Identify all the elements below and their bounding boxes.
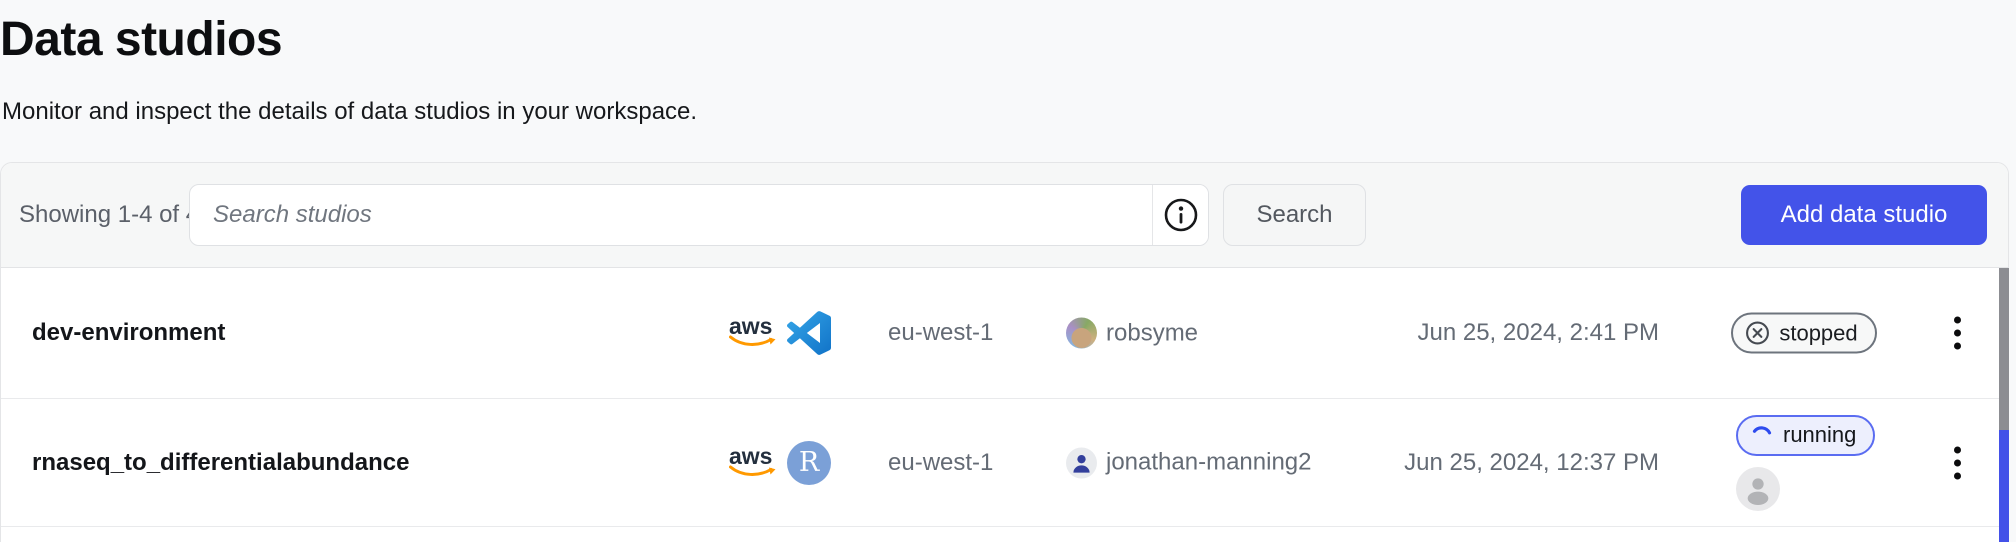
scrollbar-thumb[interactable]: [1999, 268, 2009, 430]
rstudio-icon: R: [787, 441, 831, 485]
created-date: Jun 25, 2024, 12:37 PM: [1359, 449, 1659, 477]
person-icon: [1738, 469, 1778, 509]
table-row-partial: [1, 527, 2008, 542]
compute-env-icons: aws: [729, 311, 831, 355]
avatar: [1066, 447, 1097, 478]
vscode-icon: [787, 311, 831, 355]
person-icon: [1068, 449, 1095, 476]
search-input-group: [189, 184, 1209, 246]
row-menu-button[interactable]: [1944, 440, 1971, 485]
table-row[interactable]: rnaseq_to_differentialabundance aws R eu…: [1, 399, 2008, 527]
studio-name[interactable]: dev-environment: [32, 319, 225, 347]
table-row[interactable]: dev-environment aws: [1, 268, 2008, 399]
user-cell: robsyme: [1066, 318, 1198, 349]
avatar: [1066, 318, 1097, 349]
search-input[interactable]: [190, 185, 1152, 245]
status-label: running: [1783, 422, 1856, 448]
spinner-icon: [1750, 423, 1774, 447]
username: jonathan-manning2: [1106, 449, 1312, 477]
aws-icon: aws: [729, 317, 777, 349]
scrollbar-segment[interactable]: [1999, 430, 2009, 542]
circle-x-icon: [1745, 321, 1770, 346]
status-cell: running: [1736, 415, 1875, 511]
scrollbar[interactable]: [1999, 268, 2009, 542]
participant-avatar: [1736, 467, 1780, 511]
row-menu-button[interactable]: [1944, 311, 1971, 356]
toolbar: Showing 1-4 of 4 Search Add data studio: [1, 163, 2008, 268]
status-badge: stopped: [1731, 313, 1876, 354]
page-title: Data studios: [0, 12, 282, 67]
aws-smile-icon: [729, 335, 777, 349]
page-subtitle: Monitor and inspect the details of data …: [2, 98, 697, 126]
info-circle-icon: [1164, 198, 1198, 232]
region-label: eu-west-1: [888, 319, 993, 347]
username: robsyme: [1106, 319, 1198, 347]
region-label: eu-west-1: [888, 449, 993, 477]
studios-card: Showing 1-4 of 4 Search Add data studio …: [0, 162, 2009, 542]
results-count: Showing 1-4 of 4: [19, 184, 199, 246]
info-icon[interactable]: [1153, 185, 1208, 245]
studio-name[interactable]: rnaseq_to_differentialabundance: [32, 449, 409, 477]
status-cell: stopped: [1728, 313, 1880, 354]
user-cell: jonathan-manning2: [1066, 447, 1312, 478]
created-date: Jun 25, 2024, 2:41 PM: [1359, 319, 1659, 347]
add-data-studio-button[interactable]: Add data studio: [1741, 185, 1987, 245]
compute-env-icons: aws R: [729, 441, 831, 485]
aws-smile-icon: [729, 465, 777, 479]
status-badge: running: [1736, 415, 1875, 456]
search-button[interactable]: Search: [1223, 184, 1366, 246]
status-label: stopped: [1779, 320, 1857, 346]
aws-icon: aws: [729, 447, 777, 479]
